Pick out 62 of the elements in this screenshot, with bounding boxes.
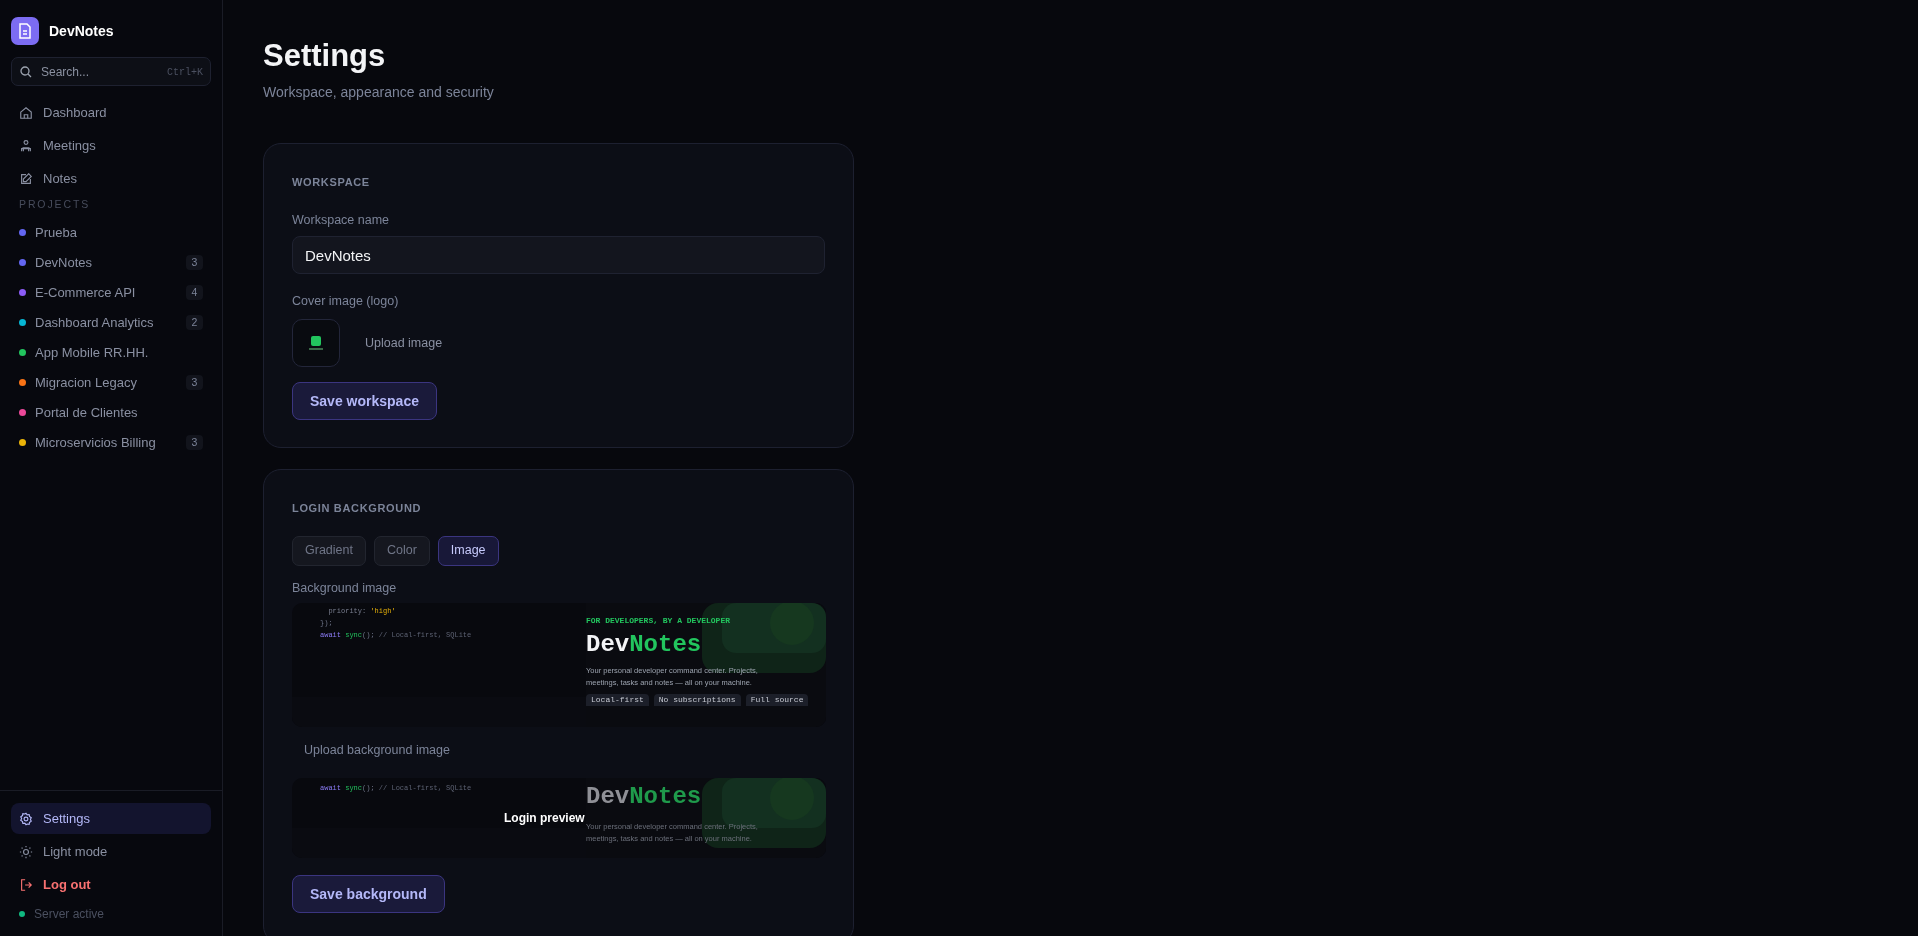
brand-title: DevNotes	[586, 783, 703, 811]
section-heading: PROJECTS	[18, 197, 92, 212]
nav-item[interactable]: Settings	[11, 803, 211, 834]
server-status: Server active	[34, 906, 105, 923]
home-icon	[19, 105, 33, 120]
preview-label: Login preview	[504, 810, 585, 827]
logout-link[interactable]: Log out	[11, 869, 211, 900]
nav-item[interactable]: Notes	[11, 162, 211, 195]
mode-tab[interactable]: Color	[373, 535, 430, 566]
logout-icon	[19, 877, 33, 892]
save-background-button[interactable]: Save background	[292, 875, 445, 913]
field-label: Cover image (logo)	[292, 293, 400, 311]
count-badge: 2	[186, 314, 203, 330]
shortcut-hint: Ctrl+K	[167, 66, 203, 80]
card-heading: WORKSPACE	[292, 175, 371, 190]
feature-tag: No subscriptions	[653, 694, 741, 707]
upload-image-link[interactable]: Upload image	[365, 333, 443, 353]
workspace-name-field[interactable]: DevNotes	[292, 236, 825, 275]
project-name: Microservicios Billing	[35, 433, 156, 452]
project-item[interactable]: App Mobile RR.HH.	[11, 338, 211, 366]
edit-icon	[19, 171, 33, 186]
app-logo-icon	[11, 17, 39, 45]
upload-background-link[interactable]: Upload background image	[304, 741, 825, 760]
project-item[interactable]: Prueba	[11, 218, 211, 246]
project-item[interactable]: DevNotes 3	[11, 248, 211, 276]
mode-tab[interactable]: Image	[437, 535, 499, 566]
nav-item[interactable]: Light mode	[11, 836, 211, 867]
project-item[interactable]: Migracion Legacy 3	[11, 368, 211, 396]
count-badge: 4	[186, 284, 203, 300]
field-label: Workspace name	[292, 211, 391, 229]
project-item[interactable]: Portal de Clientes	[11, 398, 211, 426]
feature-tag: Local-first	[586, 694, 649, 707]
project-name: Prueba	[35, 223, 77, 242]
logo-preview-icon	[292, 319, 340, 367]
people-icon	[19, 138, 33, 153]
sun-icon	[19, 844, 33, 859]
project-name: App Mobile RR.HH.	[35, 343, 149, 362]
tagline: FOR DEVELOPERS, BY A DEVELOPER	[586, 615, 732, 628]
save-workspace-button[interactable]: Save workspace	[292, 382, 437, 420]
count-badge: 3	[186, 374, 203, 390]
page-subtitle: Workspace, appearance and security	[263, 83, 495, 102]
project-name: E-Commerce API	[35, 283, 136, 302]
nav-item[interactable]: Meetings	[11, 129, 211, 162]
field-label: Background image	[292, 579, 398, 597]
count-badge: 3	[186, 434, 203, 450]
project-item[interactable]: E-Commerce API 4	[11, 278, 211, 306]
settings-icon	[19, 811, 33, 826]
feature-tag: Full source	[745, 694, 809, 707]
count-badge: 3	[186, 254, 203, 270]
card-heading: LOGIN BACKGROUND	[292, 501, 423, 516]
brand-title: DevNotes	[586, 631, 703, 660]
project-name: Dashboard Analytics	[35, 313, 154, 332]
project-name: Migracion Legacy	[35, 373, 137, 392]
project-name: DevNotes	[35, 253, 93, 272]
app-name: DevNotes	[49, 21, 114, 41]
page-title: Settings	[263, 37, 387, 75]
nav-item[interactable]: Dashboard	[11, 96, 211, 129]
project-item[interactable]: Dashboard Analytics 2	[11, 308, 211, 336]
project-item[interactable]: Microservicios Billing 3	[11, 428, 211, 456]
mode-tab[interactable]: Gradient	[292, 535, 366, 566]
project-name: Portal de Clientes	[35, 403, 138, 422]
search-icon	[20, 66, 32, 78]
